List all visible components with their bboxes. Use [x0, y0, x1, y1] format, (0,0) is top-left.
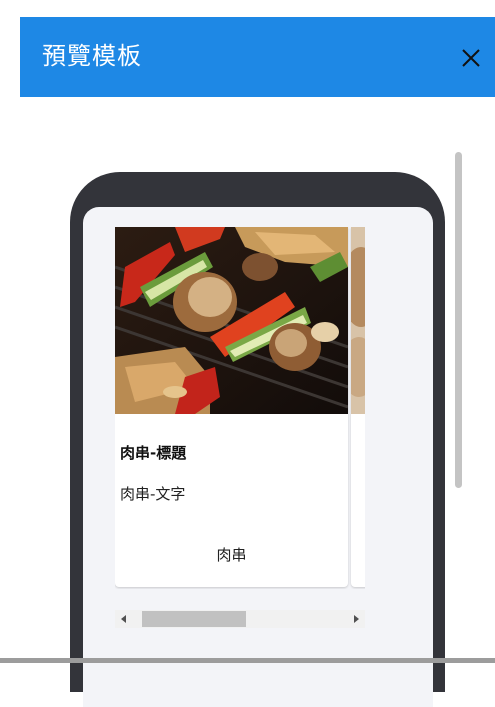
next-card-image	[351, 227, 365, 414]
bottom-edge	[0, 658, 495, 663]
next-card-photo	[351, 227, 365, 414]
card-title: 肉串-標題	[120, 444, 187, 462]
phone-screen: 肉串-標題 肉串-文字 肉串	[83, 207, 433, 707]
arrow-left-icon	[121, 615, 126, 623]
next-template-card[interactable]	[351, 227, 365, 587]
carousel-scrollbar[interactable]	[115, 610, 365, 628]
close-icon	[462, 49, 480, 67]
grilled-skewers-image	[115, 227, 348, 414]
template-card: 肉串-標題 肉串-文字 肉串	[115, 227, 348, 587]
carousel-scrollbar-thumb[interactable]	[142, 611, 246, 627]
scroll-right-button[interactable]	[347, 610, 365, 628]
scroll-left-button[interactable]	[115, 610, 133, 628]
arrow-right-icon	[354, 615, 359, 623]
card-carousel: 肉串-標題 肉串-文字 肉串	[115, 227, 365, 589]
modal-header: 預覽模板	[20, 17, 495, 97]
card-action-button[interactable]: 肉串	[115, 539, 348, 571]
modal-title: 預覽模板	[42, 42, 142, 70]
close-button[interactable]	[457, 44, 485, 72]
card-image	[115, 227, 348, 414]
panel-scrollbar[interactable]	[452, 150, 462, 488]
card-text: 肉串-文字	[120, 485, 186, 503]
phone-frame: 肉串-標題 肉串-文字 肉串	[70, 172, 445, 707]
panel-scrollbar-thumb[interactable]	[455, 152, 462, 488]
